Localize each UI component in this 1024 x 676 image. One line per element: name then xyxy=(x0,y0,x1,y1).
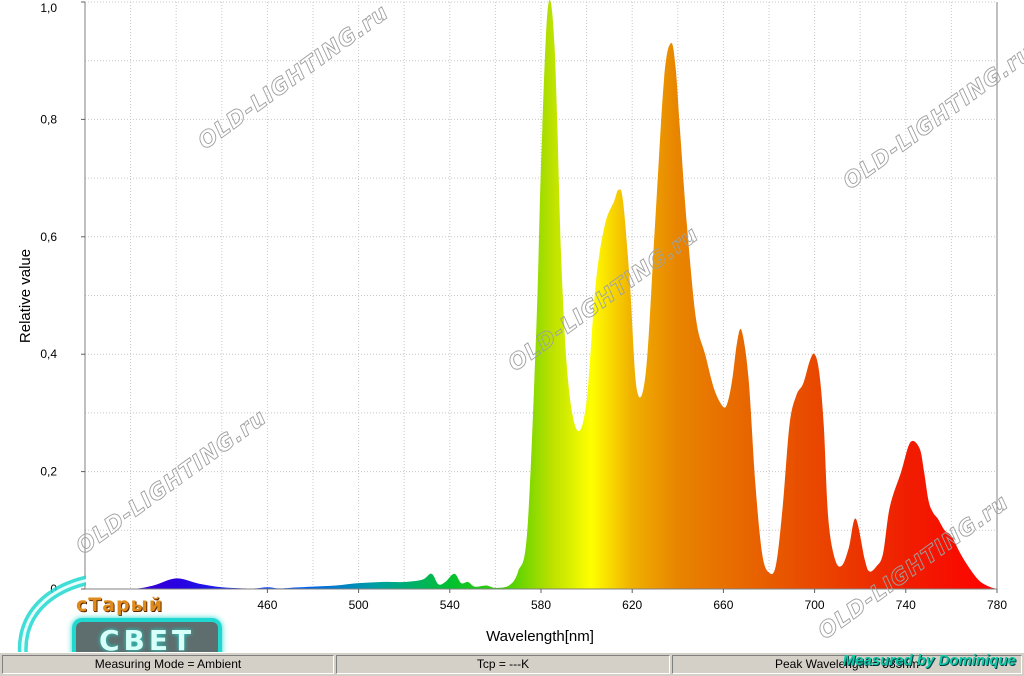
spectrum-chart: 460 500 540 580 620 660 700 740 780 00,20,40,60,… xyxy=(17,0,1024,645)
x-tick-label: 740 xyxy=(896,598,916,612)
x-tick-label: 460 xyxy=(257,598,277,612)
y-axis-title: Relative value xyxy=(17,249,34,343)
y-axis: 00,20,40,60,81,0 xyxy=(40,1,85,596)
x-tick-label: 620 xyxy=(622,598,642,612)
x-tick-label: 660 xyxy=(713,598,733,612)
y-tick-label: 0,4 xyxy=(40,347,57,361)
x-tick-label: 580 xyxy=(531,598,551,612)
logo-top-text: сТарый xyxy=(76,594,164,616)
x-tick-label: 500 xyxy=(349,598,369,612)
y-tick-label: 0,6 xyxy=(40,230,57,244)
x-tick-label: 700 xyxy=(805,598,825,612)
y-tick-label: 1,0 xyxy=(40,1,57,15)
y-tick-label: 0,8 xyxy=(40,112,57,126)
measured-by-credit: Measured by Dominique xyxy=(842,652,1016,669)
y-tick-label: 0,2 xyxy=(40,465,57,479)
status-measuring-mode: Measuring Mode = Ambient xyxy=(2,655,334,674)
x-axis-title: Wavelength[nm] xyxy=(486,628,594,645)
x-tick-label: 540 xyxy=(440,598,460,612)
x-tick-label: 780 xyxy=(987,598,1007,612)
status-tcp: Tcp = ---K xyxy=(336,655,670,674)
